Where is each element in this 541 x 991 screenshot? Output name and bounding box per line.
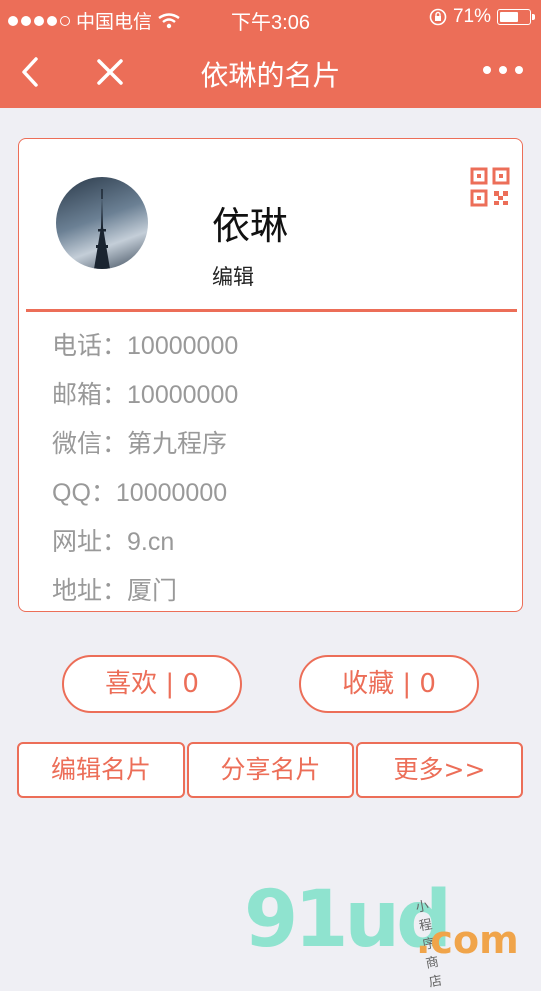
info-phone: 电话：10000000 bbox=[52, 326, 238, 362]
more-menu-icon[interactable] bbox=[483, 66, 523, 74]
like-button[interactable]: 喜欢 | 0 bbox=[62, 655, 242, 713]
card-divider bbox=[26, 309, 517, 312]
info-value: 第九程序 bbox=[127, 430, 228, 458]
share-card-button[interactable]: 分享名片 bbox=[187, 742, 354, 798]
watermark-domain: .com bbox=[416, 918, 519, 962]
watermark-logo: 91ud 小程序商店 .com bbox=[244, 880, 519, 991]
info-value: 厦门 bbox=[127, 577, 178, 605]
info-website: 网址：9.cn bbox=[52, 522, 174, 558]
favorite-button[interactable]: 收藏 | 0 bbox=[299, 655, 479, 713]
orientation-lock-icon bbox=[429, 8, 447, 26]
info-qq: QQ：10000000 bbox=[52, 473, 227, 509]
edit-card-button[interactable]: 编辑名片 bbox=[17, 742, 185, 798]
nav-bar: 依琳的名片 bbox=[0, 36, 541, 108]
info-value: 10000000 bbox=[115, 479, 228, 507]
status-bar: 中国电信 下午3:06 71% bbox=[0, 0, 541, 36]
avatar bbox=[56, 177, 148, 269]
battery-icon bbox=[497, 9, 535, 25]
eiffel-tower-image bbox=[94, 189, 110, 269]
business-card: 依琳 编辑 电话：10000000 邮箱：10000000 微信：第九程序 QQ… bbox=[18, 138, 523, 612]
card-name: 依琳 bbox=[212, 204, 289, 248]
edit-profile-link[interactable]: 编辑 bbox=[212, 261, 254, 291]
info-label: 邮箱： bbox=[52, 381, 128, 409]
info-label: 电话： bbox=[52, 332, 128, 360]
status-right: 71% bbox=[429, 6, 535, 28]
battery-percent: 71% bbox=[452, 6, 491, 27]
info-address: 地址：厦门 bbox=[52, 571, 177, 607]
info-label: 地址： bbox=[52, 577, 128, 605]
info-value: 10000000 bbox=[127, 332, 239, 360]
info-label: 微信： bbox=[52, 430, 128, 458]
info-wechat: 微信：第九程序 bbox=[52, 424, 227, 460]
info-value: 9.cn bbox=[127, 528, 175, 556]
more-button[interactable]: 更多>> bbox=[356, 742, 523, 798]
info-value: 10000000 bbox=[127, 381, 239, 409]
info-email: 邮箱：10000000 bbox=[52, 375, 238, 411]
info-label: 网址： bbox=[52, 528, 128, 556]
qr-code-icon[interactable] bbox=[470, 167, 510, 207]
page-title: 依琳的名片 bbox=[200, 59, 341, 92]
info-label: QQ： bbox=[52, 479, 116, 507]
